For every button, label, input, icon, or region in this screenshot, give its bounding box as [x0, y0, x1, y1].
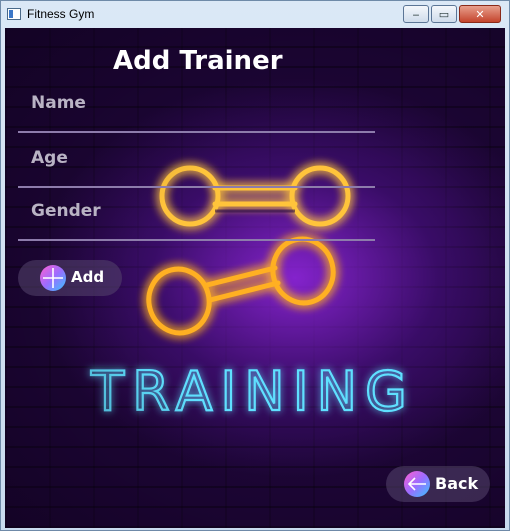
plus-icon — [40, 265, 66, 291]
neon-training-text: TRAINING — [90, 360, 415, 423]
title-bar[interactable]: Fitness Gym ‒ ▭ ✕ — [1, 1, 509, 27]
window-controls: ‒ ▭ ✕ — [403, 5, 501, 23]
maximize-button[interactable]: ▭ — [431, 5, 457, 23]
name-label: Name — [31, 93, 86, 113]
age-input[interactable] — [128, 148, 368, 178]
gender-field[interactable]: Gender — [18, 201, 375, 241]
name-field[interactable]: Name — [18, 93, 375, 133]
add-button-label: Add — [71, 268, 105, 286]
gender-input[interactable] — [128, 201, 368, 231]
close-button[interactable]: ✕ — [459, 5, 501, 23]
app-icon — [7, 8, 21, 20]
minimize-button[interactable]: ‒ — [403, 5, 429, 23]
gender-label: Gender — [31, 201, 101, 221]
app-window: Fitness Gym ‒ ▭ ✕ TRAINING Add Trainer N… — [0, 0, 510, 531]
name-input[interactable] — [128, 93, 368, 123]
add-button[interactable]: Add — [18, 260, 122, 296]
back-button[interactable]: Back — [386, 466, 490, 502]
age-field[interactable]: Age — [18, 148, 375, 188]
back-button-label: Back — [435, 474, 479, 493]
window-title: Fitness Gym — [27, 7, 95, 21]
arrow-left-icon — [404, 471, 430, 497]
client-area: TRAINING Add Trainer Name Age Gender Add — [5, 28, 505, 528]
age-label: Age — [31, 148, 68, 168]
page-title: Add Trainer — [113, 46, 283, 76]
dumbbell-icon — [146, 236, 336, 336]
